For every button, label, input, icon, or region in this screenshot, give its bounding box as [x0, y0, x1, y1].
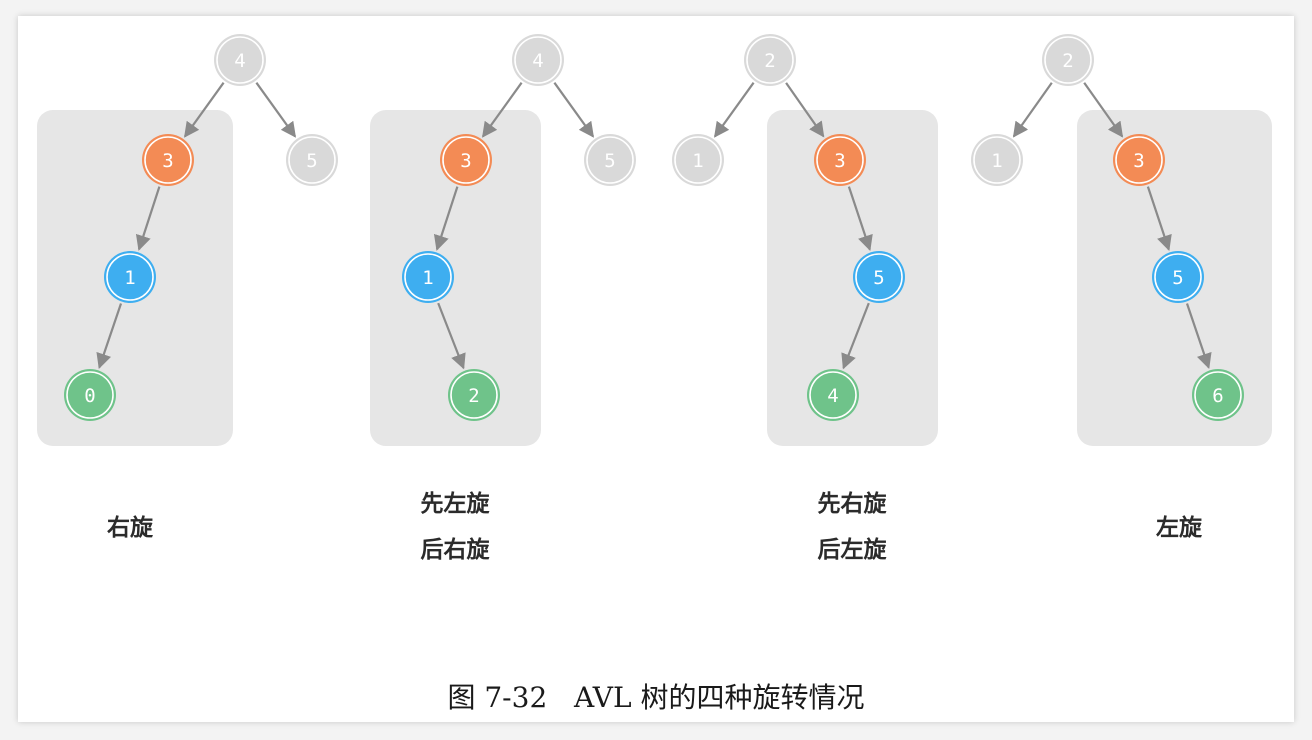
case-label-line: 后左旋 — [817, 537, 887, 563]
tree-edge-arrow — [1012, 82, 1053, 138]
case-label-line: 右旋 — [107, 515, 153, 541]
node-value: 1 — [991, 150, 1002, 172]
node-value: 1 — [422, 267, 433, 289]
case-label-right-left-rotation: 先右旋 后左旋 — [802, 481, 902, 573]
case-label-left-rotation: 左旋 — [1129, 505, 1229, 551]
node-value: 4 — [827, 385, 838, 407]
node-value: 5 — [1172, 267, 1183, 289]
figure-caption: 图 7-32 AVL 树的四种旋转情况 — [447, 681, 865, 714]
tree-edge-arrow — [553, 82, 594, 138]
node-value: 1 — [124, 267, 135, 289]
node-value: 2 — [1062, 50, 1073, 72]
tree-node-faded: 1 — [672, 134, 724, 186]
case-label-left-right-rotation: 先左旋 后右旋 — [405, 481, 505, 573]
tree-node-faded: 5 — [286, 134, 338, 186]
avl-rotation-diagram: 4 3 5 1 0 4 3 5 1 2 2 1 3 5 4 2 1 3 5 6 — [37, 34, 1272, 446]
tree-node-faded: 4 — [512, 34, 564, 86]
node-value: 5 — [306, 150, 317, 172]
case-label-line: 左旋 — [1156, 515, 1202, 541]
tree-node-faded: 4 — [214, 34, 266, 86]
node-value: 2 — [764, 50, 775, 72]
tree-node-child: 5 — [1152, 251, 1204, 303]
tree-node-child: 5 — [853, 251, 905, 303]
tree-node-highlight: 3 — [1113, 134, 1165, 186]
node-value: 5 — [604, 150, 615, 172]
tree-edge-arrow — [255, 82, 296, 138]
tree-node-highlight: 3 — [814, 134, 866, 186]
node-value: 6 — [1212, 385, 1223, 407]
node-value: 3 — [834, 150, 845, 172]
tree-node-faded: 5 — [584, 134, 636, 186]
tree-node-highlight: 3 — [440, 134, 492, 186]
tree-node-highlight: 3 — [142, 134, 194, 186]
case-label-right-rotation: 右旋 — [80, 505, 180, 551]
node-value: 4 — [532, 50, 543, 72]
tree-node-faded: 2 — [744, 34, 796, 86]
node-value: 1 — [692, 150, 703, 172]
node-value: 3 — [1133, 150, 1144, 172]
tree-node-grandchild: 6 — [1192, 369, 1244, 421]
node-value: 3 — [460, 150, 471, 172]
tree-node-child: 1 — [402, 251, 454, 303]
node-value: 4 — [234, 50, 245, 72]
node-value: 2 — [468, 385, 479, 407]
node-value: 5 — [873, 267, 884, 289]
tree-node-faded: 2 — [1042, 34, 1094, 86]
tree-node-grandchild: 2 — [448, 369, 500, 421]
tree-node-faded: 1 — [971, 134, 1023, 186]
node-value: 0 — [84, 385, 95, 407]
case-label-line: 先左旋 — [420, 491, 490, 517]
tree-node-grandchild: 4 — [807, 369, 859, 421]
case-label-line: 后右旋 — [420, 537, 490, 563]
case-label-line: 先右旋 — [817, 491, 887, 517]
tree-edge-arrow — [714, 82, 755, 138]
node-value: 3 — [162, 150, 173, 172]
tree-node-child: 1 — [104, 251, 156, 303]
tree-node-grandchild: 0 — [64, 369, 116, 421]
